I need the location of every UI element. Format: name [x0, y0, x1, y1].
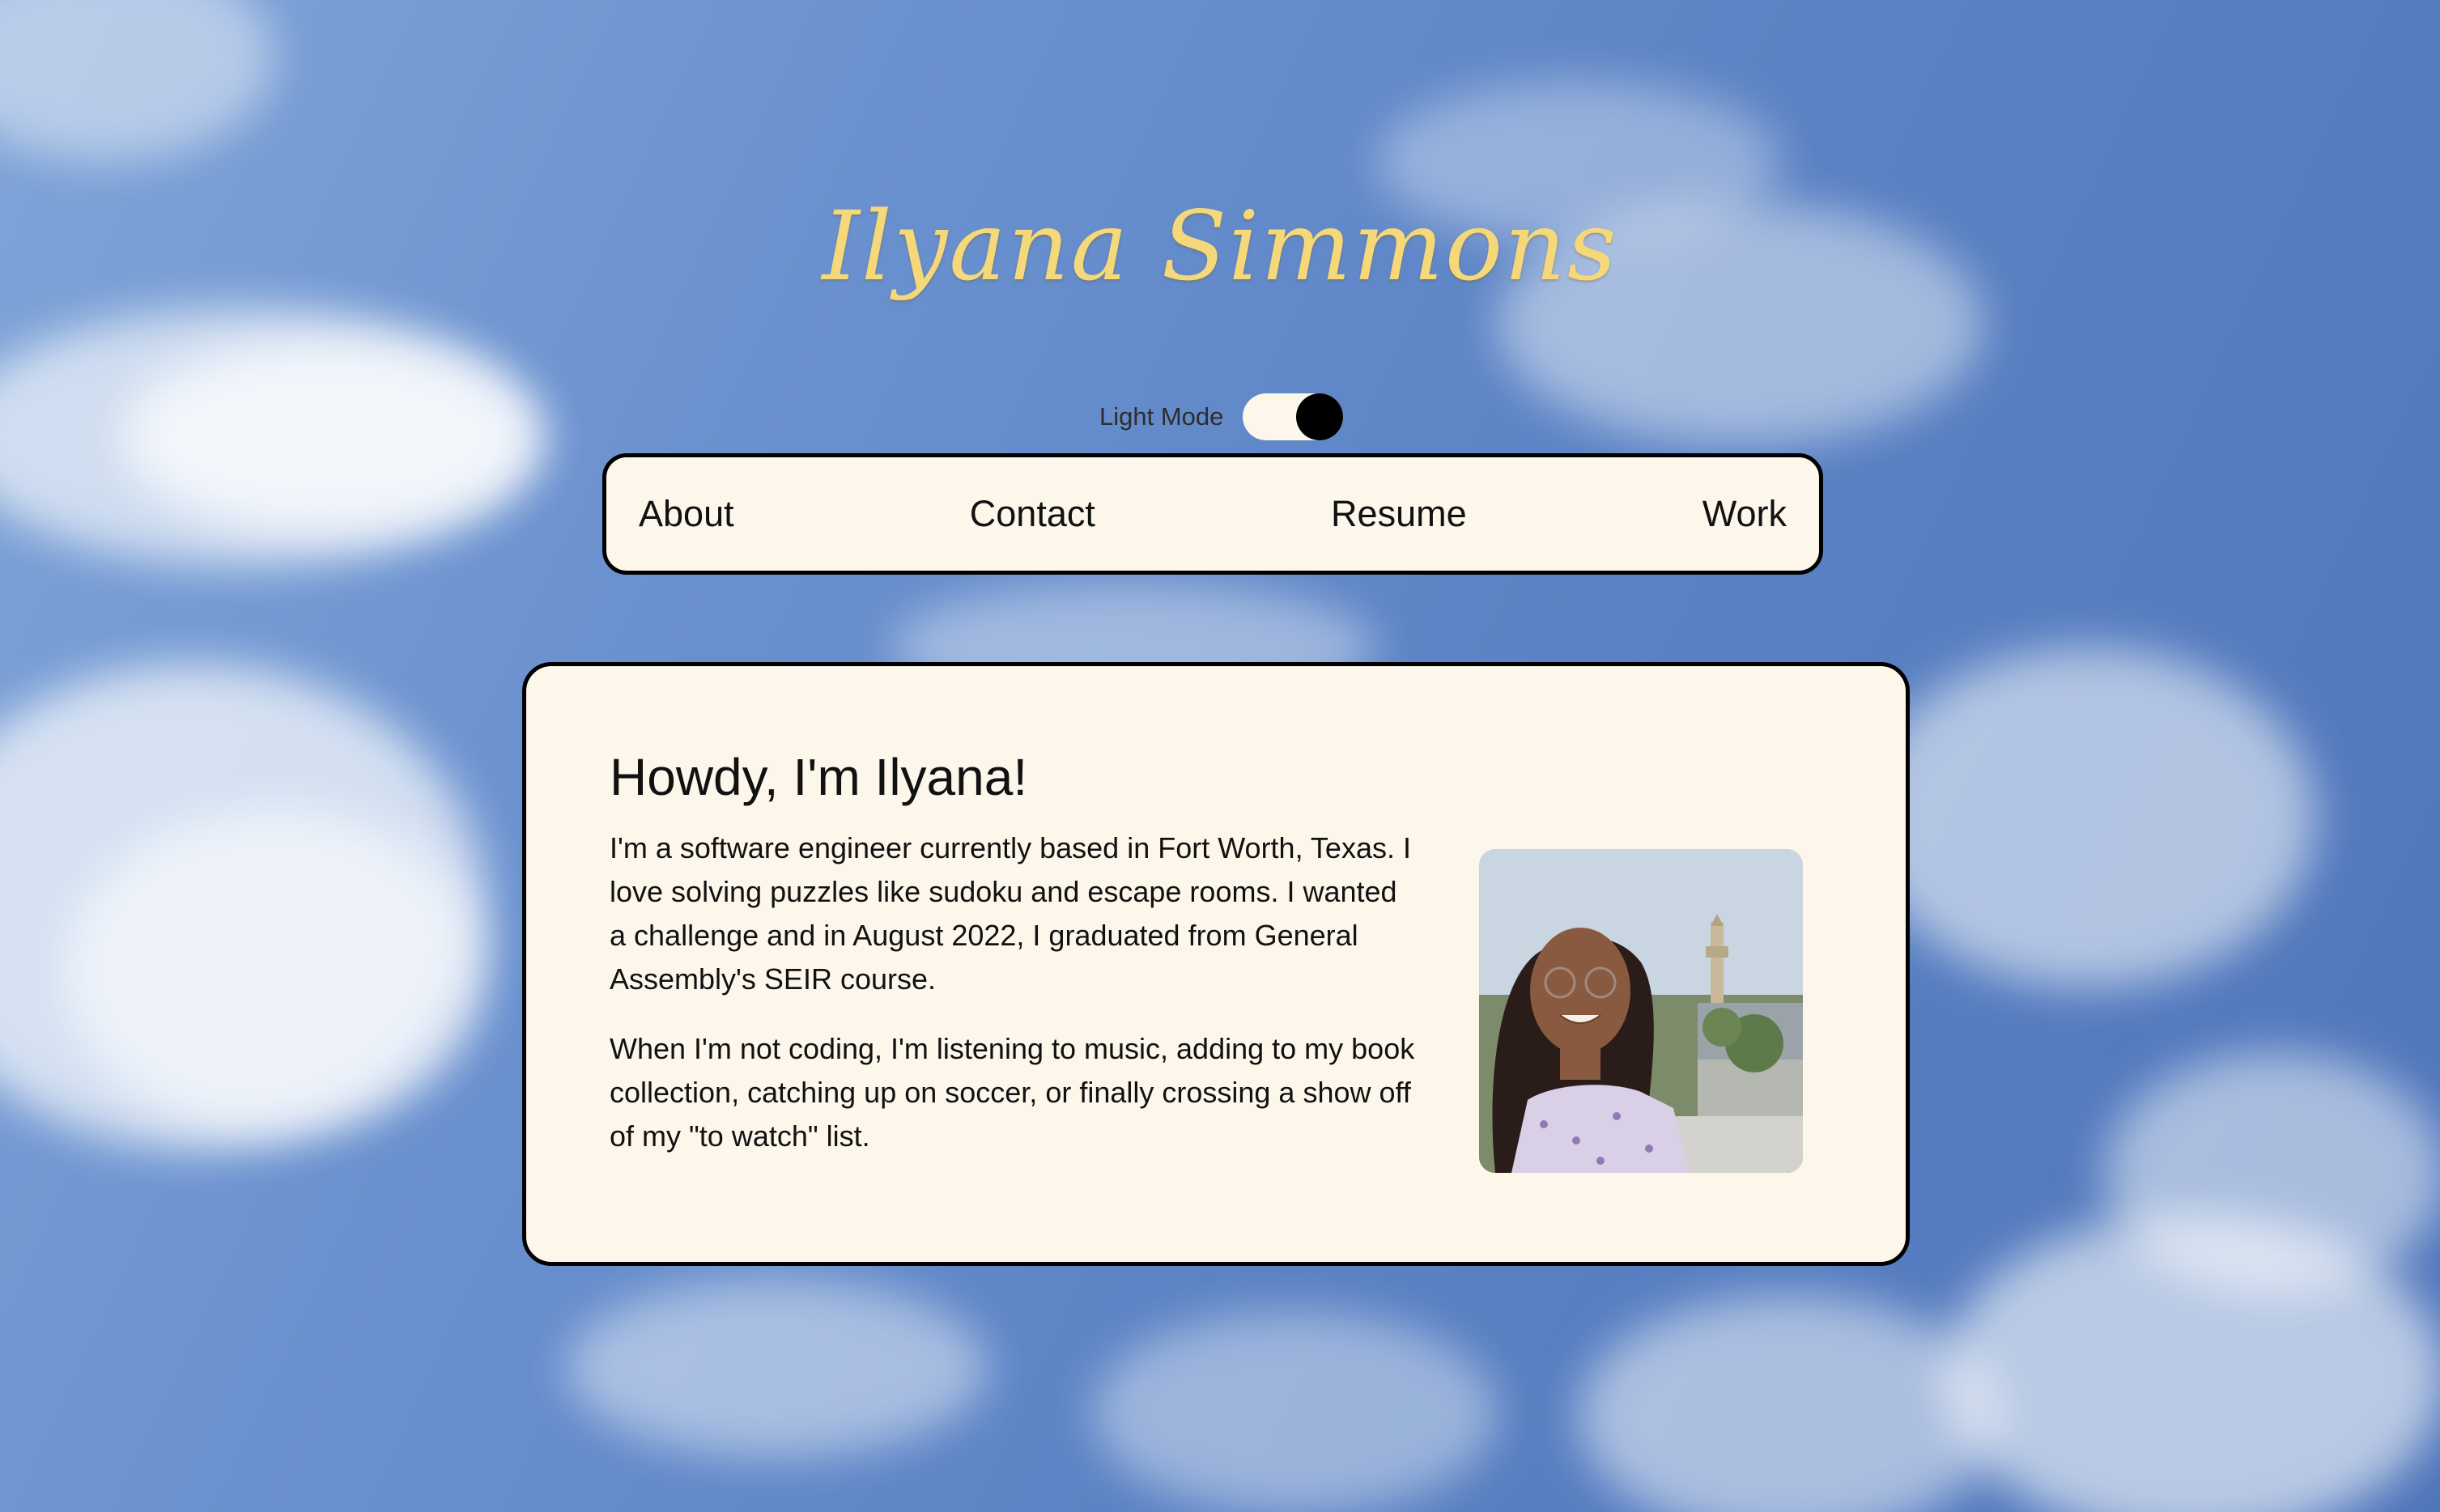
about-text: I'm a software engineer currently based … — [610, 826, 1419, 1184]
theme-toggle-label: Light Mode — [1099, 402, 1224, 431]
nav-resume-link[interactable]: Resume — [1331, 493, 1467, 535]
site-title: Ilyana Simmons — [822, 190, 1618, 302]
theme-toggle-row: Light Mode — [1099, 393, 1344, 440]
profile-photo — [1479, 849, 1803, 1173]
about-heading: Howdy, I'm Ilyana! — [610, 748, 1028, 806]
nav-about-link[interactable]: About — [639, 493, 734, 535]
main-nav: About Contact Resume Work — [602, 453, 1823, 575]
nav-work-link[interactable]: Work — [1702, 493, 1787, 535]
about-card: Howdy, I'm Ilyana! I'm a software engine… — [522, 662, 1910, 1266]
about-paragraph: I'm a software engineer currently based … — [610, 831, 1411, 996]
profile-photo-illustration — [1479, 849, 1803, 1173]
toggle-knob — [1296, 393, 1344, 440]
about-paragraph: When I'm not coding, I'm listening to mu… — [610, 1032, 1415, 1153]
nav-contact-link[interactable]: Contact — [970, 493, 1095, 535]
page: Ilyana Simmons Light Mode About Contact … — [0, 0, 2440, 1512]
theme-toggle-switch[interactable] — [1243, 393, 1344, 440]
